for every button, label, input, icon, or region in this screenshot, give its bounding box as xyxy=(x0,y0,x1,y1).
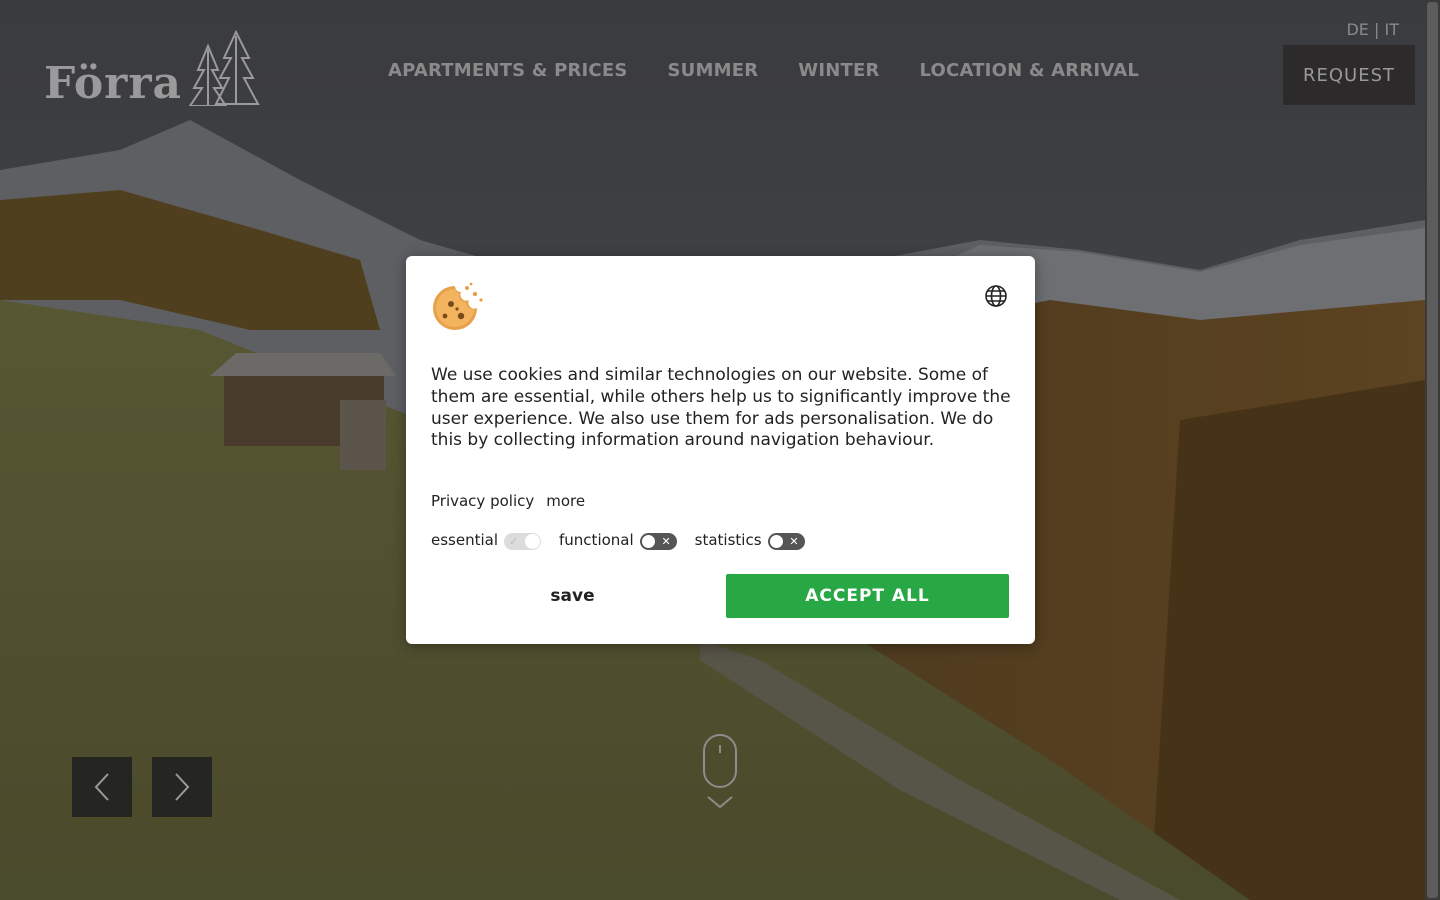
close-icon: ✕ xyxy=(789,535,799,548)
save-button[interactable]: save xyxy=(431,574,714,618)
switch-knob xyxy=(768,534,784,549)
cookie-consent-dialog: We use cookies and similar technologies … xyxy=(406,256,1035,644)
close-icon: ✕ xyxy=(661,535,671,548)
toggle-label-functional: functional xyxy=(559,531,634,549)
cookie-links: Privacy policy more xyxy=(431,492,585,510)
statistics-switch[interactable]: ✕ xyxy=(767,533,805,550)
switch-knob xyxy=(525,534,541,549)
functional-switch[interactable]: ✕ xyxy=(639,533,677,550)
check-icon: ✓ xyxy=(509,535,519,548)
scrollbar-thumb[interactable] xyxy=(1427,2,1438,898)
more-link[interactable]: more xyxy=(546,492,585,510)
cookie-description: We use cookies and similar technologies … xyxy=(431,365,1011,451)
globe-icon[interactable] xyxy=(984,284,1008,308)
switch-knob xyxy=(640,534,656,549)
cookie-categories: essential ✓ functional ✕ statistics ✕ xyxy=(431,530,823,550)
toggle-statistics: statistics ✕ xyxy=(695,530,805,550)
cookie-icon xyxy=(433,282,483,330)
accept-all-button[interactable]: ACCEPT ALL xyxy=(726,574,1009,618)
toggle-essential: essential ✓ xyxy=(431,530,542,550)
essential-switch: ✓ xyxy=(504,533,542,550)
toggle-label-statistics: statistics xyxy=(694,531,762,549)
privacy-policy-link[interactable]: Privacy policy xyxy=(431,492,534,510)
toggle-label-essential: essential xyxy=(431,531,499,549)
toggle-functional: functional ✕ xyxy=(559,530,677,550)
